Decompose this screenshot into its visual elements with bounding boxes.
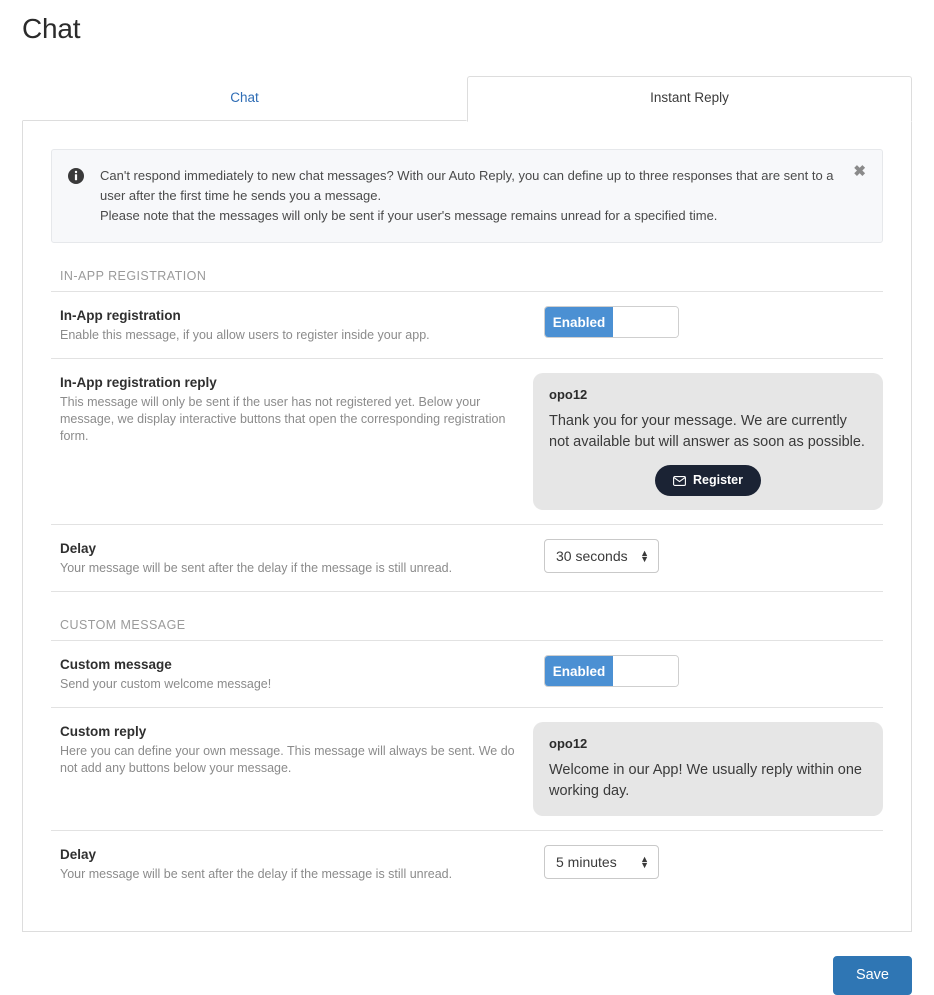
toggle-on-label: Enabled — [545, 307, 613, 337]
row-text: Custom message Send your custom welcome … — [51, 655, 544, 693]
row-text: Delay Your message will be sent after th… — [51, 845, 544, 883]
row-custom-message-delay: Delay Your message will be sent after th… — [51, 831, 883, 897]
row-description: This message will only be sent if the us… — [60, 395, 506, 443]
row-control: Enabled — [544, 655, 679, 687]
row-title: Delay — [60, 847, 97, 862]
row-title: In-App registration — [60, 308, 181, 323]
row-title: Delay — [60, 541, 97, 556]
row-text: In-App registration Enable this message,… — [51, 306, 544, 344]
row-in-app-registration-reply: In-App registration reply This message w… — [51, 359, 883, 525]
bubble-text: Thank you for your message. We are curre… — [549, 413, 865, 450]
page-title: Chat — [22, 13, 81, 44]
custom-message-delay-select[interactable]: 30 seconds1 minute5 minutes10 minutes30 … — [544, 845, 659, 879]
bubble-sender: opo12 — [549, 736, 588, 751]
row-control: 30 seconds1 minute5 minutes10 minutes30 … — [544, 539, 659, 573]
select-wrapper: 30 seconds1 minute5 minutes10 minutes30 … — [544, 845, 659, 879]
close-icon[interactable]: ✖ — [849, 160, 870, 183]
info-circle-icon — [68, 168, 84, 184]
toggle-on-label: Enabled — [545, 656, 613, 686]
save-button[interactable]: Save — [832, 956, 912, 995]
row-custom-message-toggle: Custom message Send your custom welcome … — [51, 641, 883, 708]
info-alert-line-1: Can't respond immediately to new chat me… — [100, 168, 834, 203]
row-title: Custom message — [60, 657, 172, 672]
section-heading-custom-message: CUSTOM MESSAGE — [51, 592, 883, 641]
tab-bar: Chat Instant Reply — [22, 76, 912, 122]
row-title: In-App registration reply — [60, 375, 217, 390]
form-footer: Save — [0, 932, 934, 995]
register-button[interactable]: Register — [654, 465, 762, 496]
instant-reply-panel: Can't respond immediately to new chat me… — [22, 121, 912, 932]
row-control: opo12 Thank you for your message. We are… — [533, 373, 883, 510]
row-control: opo12 Welcome in our App! We usually rep… — [533, 722, 883, 816]
section-heading-in-app-registration: IN-APP REGISTRATION — [51, 243, 883, 292]
row-in-app-registration-delay: Delay Your message will be sent after th… — [51, 525, 883, 592]
registration-reply-bubble[interactable]: opo12 Thank you for your message. We are… — [533, 373, 883, 510]
row-text: Delay Your message will be sent after th… — [51, 539, 544, 577]
row-description: Here you can define your own message. Th… — [60, 744, 515, 775]
tab-instant-reply[interactable]: Instant Reply — [467, 76, 912, 122]
toggle-knob — [613, 307, 678, 337]
select-wrapper: 30 seconds1 minute5 minutes10 minutes30 … — [544, 539, 659, 573]
register-button-label: Register — [692, 473, 744, 487]
row-description: Send your custom welcome message! — [60, 677, 272, 691]
registration-delay-select[interactable]: 30 seconds1 minute5 minutes10 minutes30 … — [544, 539, 659, 573]
row-description: Your message will be sent after the dela… — [60, 561, 453, 575]
bubble-actions: Register — [549, 465, 867, 496]
custom-message-toggle[interactable]: Enabled — [544, 655, 679, 687]
row-control: 30 seconds1 minute5 minutes10 minutes30 … — [544, 845, 659, 879]
row-description: Your message will be sent after the dela… — [60, 867, 453, 881]
tab-chat[interactable]: Chat — [22, 76, 467, 121]
bubble-sender: opo12 — [549, 387, 588, 402]
envelope-icon — [673, 475, 686, 486]
info-alert: Can't respond immediately to new chat me… — [51, 149, 883, 243]
row-custom-reply: Custom reply Here you can define your ow… — [51, 708, 883, 831]
row-text: In-App registration reply This message w… — [51, 373, 533, 445]
in-app-registration-toggle[interactable]: Enabled — [544, 306, 679, 338]
row-text: Custom reply Here you can define your ow… — [51, 722, 533, 777]
row-title: Custom reply — [60, 724, 147, 739]
row-description: Enable this message, if you allow users … — [60, 328, 430, 342]
toggle-knob — [613, 656, 678, 686]
bubble-text: Welcome in our App! We usually reply wit… — [549, 762, 862, 799]
row-control: Enabled — [544, 306, 679, 338]
row-in-app-registration-toggle: In-App registration Enable this message,… — [51, 292, 883, 359]
info-alert-line-2: Please note that the messages will only … — [100, 208, 718, 223]
info-alert-text: Can't respond immediately to new chat me… — [100, 166, 868, 226]
custom-reply-bubble[interactable]: opo12 Welcome in our App! We usually rep… — [533, 722, 883, 816]
